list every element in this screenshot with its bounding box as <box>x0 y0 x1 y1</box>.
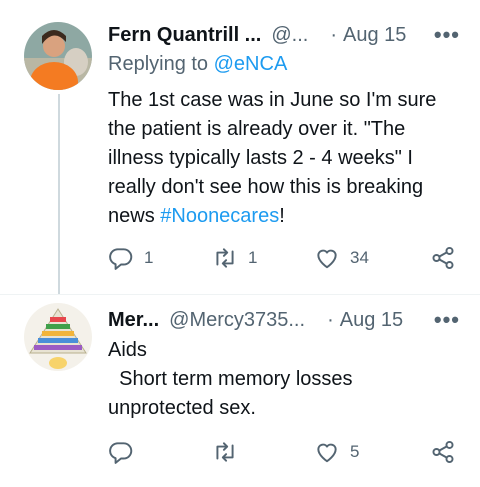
tweet-date[interactable]: Aug 15 <box>340 309 403 332</box>
retweet-button[interactable]: 1 <box>212 243 257 273</box>
text-line: the patient is already over it. "The <box>108 118 406 140</box>
avatar[interactable] <box>24 22 92 90</box>
reply-button[interactable]: 1 <box>108 243 153 273</box>
hashtag-link[interactable]: #Noonecares <box>160 205 279 227</box>
tweet-date[interactable]: Aug 15 <box>343 24 406 47</box>
separator-dot: · <box>330 23 338 46</box>
action-bar: 5 <box>108 437 460 467</box>
author-handle[interactable]: @Mercy3735... <box>169 309 305 332</box>
separator-dot: · <box>327 308 334 331</box>
text-line: illness typically lasts 2 - 4 weeks" I <box>108 147 413 169</box>
text-fragment: news <box>108 205 161 227</box>
like-button[interactable]: 34 <box>314 243 369 273</box>
like-icon <box>317 249 337 269</box>
text-line: The 1st case was in June so I'm sure <box>108 89 437 111</box>
text-line: Aids <box>108 339 147 361</box>
text-line: news #Noonecares! <box>108 202 460 231</box>
retweet-count: 1 <box>248 248 258 267</box>
reply-icon <box>109 248 133 270</box>
avatar[interactable] <box>24 303 92 371</box>
text-fragment: ! <box>279 205 285 227</box>
more-icon[interactable]: ••• <box>434 307 460 333</box>
reply-icon <box>109 442 133 464</box>
text-line: unprotected sex. <box>108 397 256 419</box>
share-button[interactable] <box>430 243 456 273</box>
retweet-icon <box>216 248 234 268</box>
tweet-header: Mer... @Mercy3735... · Aug 15 ••• <box>108 305 460 335</box>
tweet-text: Aids Short term memory losses unprotecte… <box>108 336 460 423</box>
replying-label: Replying to <box>108 53 209 75</box>
like-button[interactable]: 5 <box>314 437 359 467</box>
tweet-fern[interactable]: Fern Quantrill ... @... · Aug 15 ••• Rep… <box>0 0 480 294</box>
author-name[interactable]: Fern Quantrill ... <box>108 24 261 47</box>
reply-button[interactable] <box>108 437 134 467</box>
text-line: really don't see how this is breaking <box>108 176 424 198</box>
tweet-header: Fern Quantrill ... @... · Aug 15 ••• <box>108 20 460 50</box>
tweet-mercy[interactable]: Mer... @Mercy3735... · Aug 15 ••• Aids S… <box>0 294 480 487</box>
action-bar: 1 1 34 <box>108 243 460 273</box>
like-icon <box>317 443 337 463</box>
share-icon <box>432 246 454 270</box>
thread-line <box>58 94 60 294</box>
retweet-button[interactable] <box>212 437 238 467</box>
author-handle[interactable]: @... <box>271 24 308 47</box>
retweet-icon <box>216 442 234 462</box>
author-name[interactable]: Mer... <box>108 309 159 332</box>
like-count: 5 <box>350 442 360 461</box>
replying-to: Replying to @eNCA <box>108 53 287 76</box>
share-button[interactable] <box>430 437 456 467</box>
more-icon[interactable]: ••• <box>434 22 460 48</box>
replying-to-link[interactable]: @eNCA <box>214 53 288 75</box>
share-icon <box>432 440 454 464</box>
text-line: Short term memory losses <box>108 368 353 390</box>
tweet-text: The 1st case was in June so I'm sure the… <box>108 86 460 231</box>
like-count: 34 <box>350 248 369 267</box>
reply-count: 1 <box>144 248 154 267</box>
